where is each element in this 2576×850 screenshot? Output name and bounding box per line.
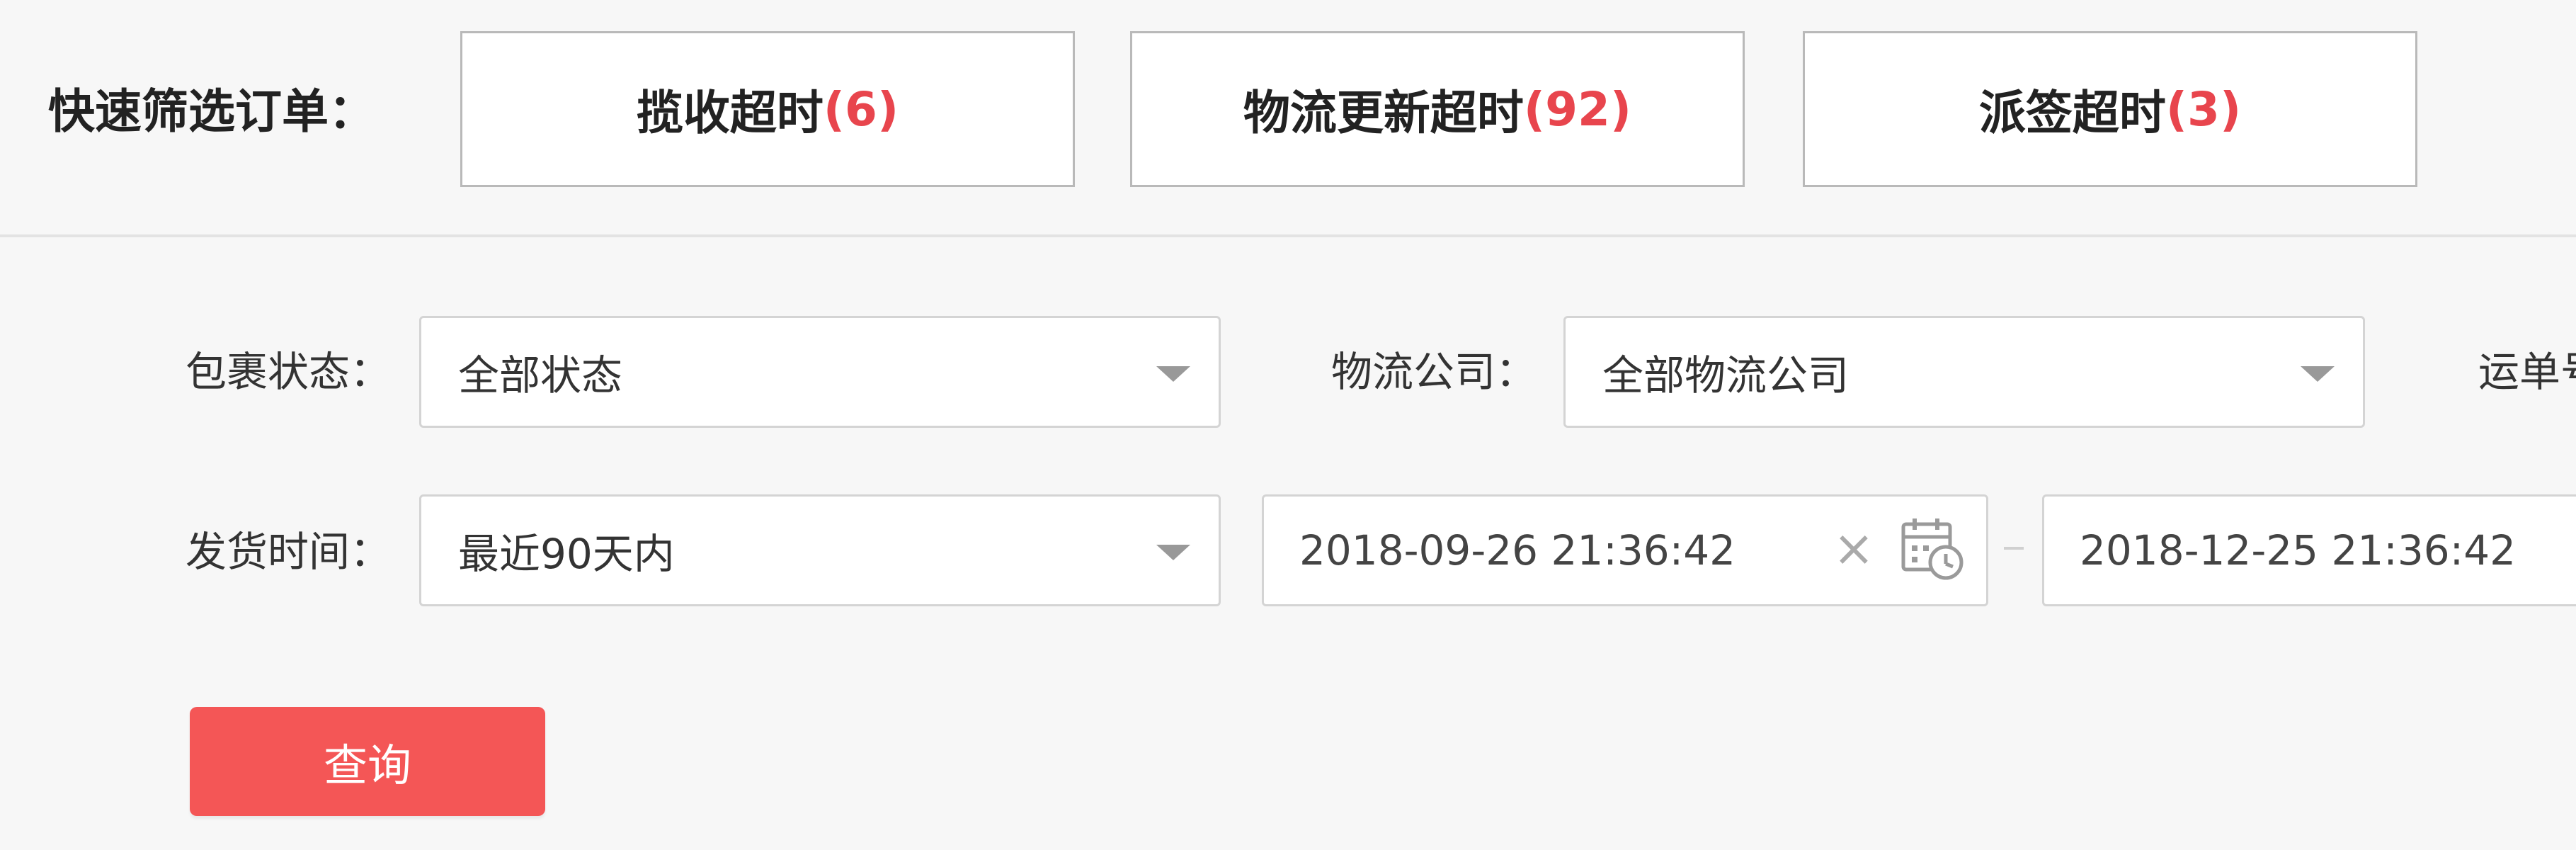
logistics-update-timeout-filter-button[interactable]: 物流更新超时 (92) bbox=[1130, 31, 1745, 187]
ship-time-range-value: 最近90天内 bbox=[458, 530, 675, 578]
close-icon[interactable]: × bbox=[1833, 523, 1875, 573]
pickup-timeout-filter-button[interactable]: 揽收超时 (6) bbox=[460, 31, 1075, 187]
ship-start-date-input[interactable]: 2018-09-26 21:36:42 bbox=[1262, 494, 1988, 606]
delivery-timeout-count: (3) bbox=[2165, 81, 2242, 137]
date-range-separator bbox=[2004, 547, 2024, 550]
delivery-timeout-filter-button[interactable]: 派签超时 (3) bbox=[1803, 31, 2417, 187]
package-status-label: 包裹状态： bbox=[186, 348, 392, 396]
logistics-company-label: 物流公司： bbox=[1331, 348, 1537, 396]
order-filter-panel: 快速筛选订单： 揽收超时 (6) 物流更新超时 (92) 派签超时 (3) 包裹状态：… bbox=[0, 0, 2576, 850]
quick-filter-label: 快速筛选订单： bbox=[48, 84, 375, 139]
calendar-clock-icon[interactable] bbox=[1898, 514, 1966, 582]
logistics-update-timeout-count: (92) bbox=[1523, 81, 1632, 137]
logistics-company-select[interactable]: 全部物流公司 bbox=[1563, 316, 2365, 428]
logistics-company-value: 全部物流公司 bbox=[1602, 351, 1850, 400]
ship-time-range-select[interactable]: 最近90天内 bbox=[419, 494, 1221, 606]
section-divider bbox=[0, 234, 2576, 237]
waybill-label: 运单号 bbox=[2478, 348, 2576, 396]
ship-time-label: 发货时间： bbox=[186, 528, 392, 576]
chevron-down-icon bbox=[1156, 545, 1190, 560]
chevron-down-icon bbox=[2301, 366, 2335, 382]
query-button[interactable]: 查询 bbox=[190, 707, 545, 816]
ship-end-date-input[interactable]: 2018-12-25 21:36:42 bbox=[2042, 494, 2576, 606]
ship-end-date-value: 2018-12-25 21:36:42 bbox=[2080, 526, 2516, 574]
pickup-timeout-label: 揽收超时 bbox=[636, 86, 823, 140]
logistics-update-timeout-label: 物流更新超时 bbox=[1243, 86, 1524, 140]
ship-start-date-value: 2018-09-26 21:36:42 bbox=[1299, 526, 1736, 574]
package-status-select[interactable]: 全部状态 bbox=[419, 316, 1221, 428]
chevron-down-icon bbox=[1156, 366, 1190, 382]
delivery-timeout-label: 派签超时 bbox=[1978, 86, 2166, 140]
package-status-value: 全部状态 bbox=[458, 351, 623, 400]
pickup-timeout-count: (6) bbox=[823, 81, 899, 137]
quick-filter-bar: 快速筛选订单： 揽收超时 (6) 物流更新超时 (92) 派签超时 (3) bbox=[0, 0, 2576, 234]
